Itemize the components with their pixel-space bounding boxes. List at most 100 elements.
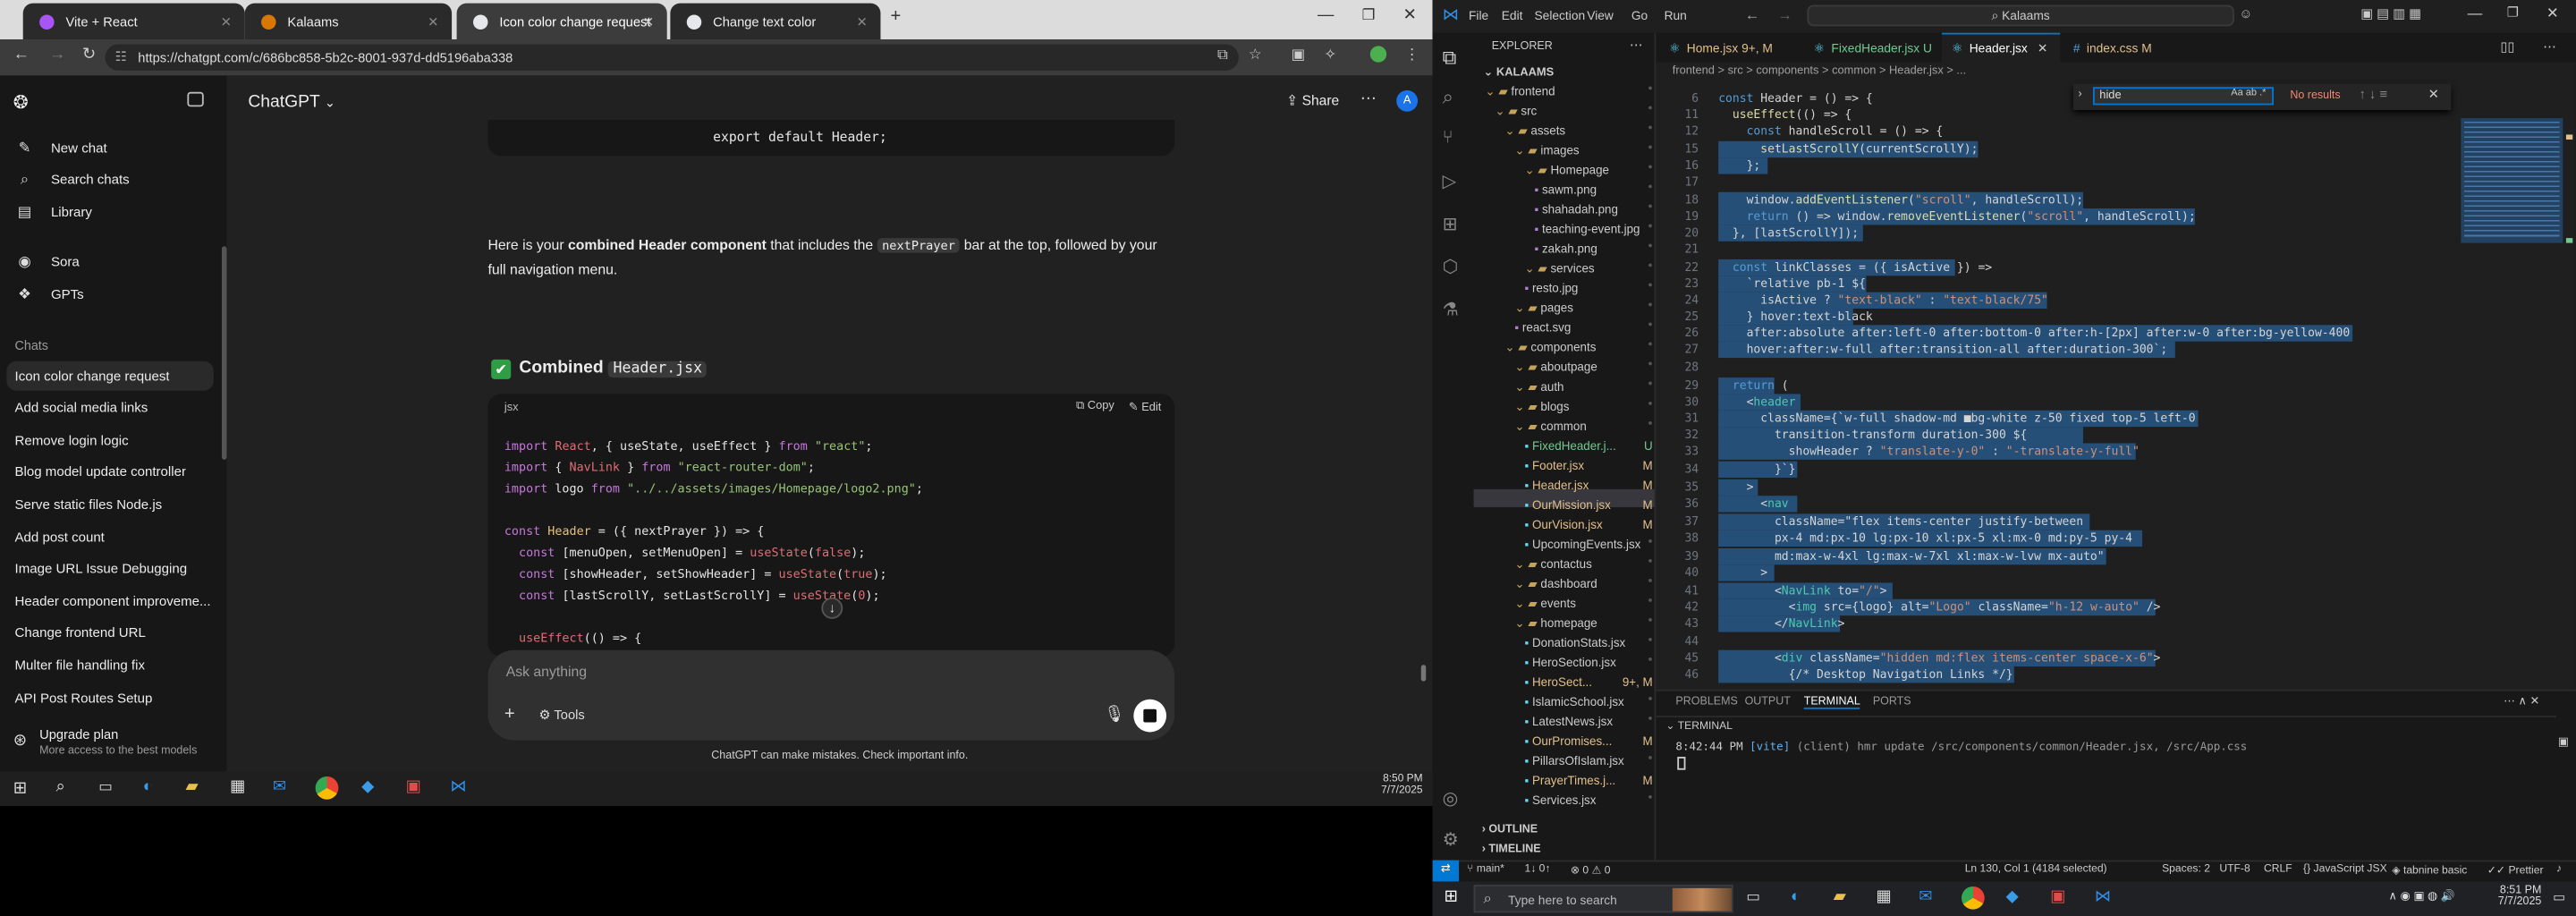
editor-tab-header-active[interactable]: ⚛ Header.jsx ✕ <box>1941 32 2061 63</box>
terminal-cursor[interactable] <box>1677 756 1686 770</box>
chrome-menu-icon[interactable]: ⋮ <box>1404 46 1419 64</box>
status-sync[interactable]: 1↓ 0↑ <box>1524 863 1550 875</box>
account-icon[interactable]: ◎ <box>1443 788 1459 810</box>
explorer-files-icon[interactable]: ⧉ <box>1443 46 1457 71</box>
close-window-icon[interactable]: ✕ <box>1403 6 1417 24</box>
windows-start-icon[interactable]: ⊞ <box>1444 888 1457 906</box>
more-actions-icon[interactable]: ⋯ <box>2543 39 2556 55</box>
menu-selection[interactable]: Selection <box>1534 8 1585 23</box>
panel-tab-terminal[interactable]: TERMINAL <box>1803 696 1860 709</box>
explorer-item[interactable]: ▪ UpcomingEvents.jsx ● <box>1524 537 1652 552</box>
chat-history-item[interactable]: Blog model update controller <box>13 458 214 488</box>
explorer-item[interactable]: ⌄ ▰ auth ● <box>1514 379 1652 394</box>
composer-input[interactable]: Ask anything <box>506 663 587 679</box>
chat-history-item[interactable]: Add post count <box>13 522 214 552</box>
nav-forward-icon[interactable]: → <box>1777 6 1792 22</box>
explorer-item[interactable]: ⌄ ▰ Homepage ● <box>1524 163 1652 178</box>
upgrade-plan-title[interactable]: Upgrade plan <box>39 727 118 742</box>
sora-button[interactable]: ◉ Sora <box>13 246 214 276</box>
edit-code-button[interactable]: ✎ Edit <box>1129 401 1162 414</box>
code-line[interactable]: px-4 md:px-10 lg:px-10 xl:px-5 xl:mx-0 m… <box>1718 530 2132 546</box>
toggle-replace-icon[interactable]: › <box>2078 89 2081 100</box>
explorer-item[interactable]: ⌄ ▰ homepage ● <box>1514 615 1652 631</box>
chat-history-item[interactable]: Remove login logic <box>13 426 214 455</box>
sidebar-toggle-icon[interactable] <box>187 91 204 107</box>
testing-icon[interactable]: ⚗ <box>1443 299 1459 320</box>
explorer-item[interactable]: ▪ zakah.png ● <box>1534 242 1652 257</box>
edge-icon[interactable]: ◐ <box>143 778 153 796</box>
code-line[interactable]: className={`w-full shadow-md ■bg-white z… <box>1718 411 2195 426</box>
copy-code-button[interactable]: ⧉ Copy <box>1076 401 1114 414</box>
layout-icon[interactable]: ▣ ▤ ▥ ▦ <box>2360 6 2421 21</box>
code-line[interactable]: md:max-w-4xl lg:max-w-7xl xl:max-w-lvw m… <box>1718 548 2105 564</box>
address-bar[interactable]: https://chatgpt.com/c/686bc858-5b2c-8001… <box>105 44 1239 71</box>
maximize-icon[interactable]: ❐ <box>2507 5 2519 21</box>
code-line[interactable]: }, [lastScrollY]); <box>1718 225 1859 240</box>
explorer-item[interactable]: ⌄ ▰ images ● <box>1514 143 1652 158</box>
file-explorer-icon[interactable]: ▰ <box>1834 888 1846 906</box>
install-icon[interactable]: ⧉ <box>1217 46 1228 64</box>
chat-history-item[interactable]: Image URL Issue Debugging <box>13 555 214 584</box>
close-tab-icon[interactable]: ✕ <box>221 14 232 30</box>
chat-history-item[interactable]: Serve static files Node.js <box>13 490 214 520</box>
new-tab-icon[interactable]: + <box>890 6 901 26</box>
status-encoding[interactable]: UTF-8 <box>2219 863 2250 875</box>
vscode-taskbar-icon[interactable]: ⋈ <box>2095 888 2111 906</box>
menu-run[interactable]: Run <box>1665 8 1687 23</box>
editor-tab-indexcss[interactable]: # index.css M <box>2063 33 2179 63</box>
stop-button[interactable] <box>1133 699 1167 733</box>
explorer-item[interactable]: ▪ shahadah.png ● <box>1534 202 1652 217</box>
explorer-item[interactable]: ▪ HeroSection.jsx ● <box>1524 655 1652 670</box>
nav-back-icon[interactable]: ← <box>1745 6 1760 22</box>
terminal-instance-icon[interactable]: ▣ <box>2558 735 2569 749</box>
code-line[interactable]: useEffect(() => { <box>1718 106 1852 122</box>
explorer-item[interactable]: ⌄ ▰ pages ● <box>1514 301 1652 316</box>
code-line[interactable]: const linkClasses = ({ isActive }) => <box>1718 259 1992 275</box>
panel-tab-output[interactable]: OUTPUT <box>1745 696 1791 708</box>
explorer-item[interactable]: ▪ PillarsOfIslam.jsx ● <box>1524 753 1652 768</box>
outline-section[interactable]: › OUTLINE <box>1482 824 1538 835</box>
copilot-icon[interactable]: ☺ <box>2239 6 2252 21</box>
explorer-item[interactable]: ▪ Services.jsx ● <box>1524 793 1652 808</box>
task-view-icon[interactable]: ▭ <box>98 778 113 796</box>
code-line[interactable]: return () => window.removeEventListener(… <box>1718 208 2196 224</box>
browser-tab-icon-color[interactable]: Icon color change request ✕ <box>456 3 667 40</box>
settings-gear-icon[interactable]: ⚙ <box>1443 829 1459 851</box>
code-line[interactable]: showHeader ? "translate-y-0" : "-transla… <box>1718 443 2140 458</box>
taskbar-search-box[interactable]: ⌕ Type here to search <box>1473 885 1733 913</box>
code-line[interactable]: <div className="hidden md:flex items-cen… <box>1718 650 2160 666</box>
code-line[interactable]: <NavLink to="/"> <box>1718 582 1887 598</box>
explorer-item[interactable]: ⌄ ▰ aboutpage ● <box>1514 360 1652 375</box>
explorer-item[interactable]: ▪ LatestNews.jsx ● <box>1524 714 1652 729</box>
explorer-item[interactable]: ▪ sawm.png ● <box>1534 182 1652 198</box>
code-line[interactable]: hover:after:w-full after:transition-all … <box>1718 342 2168 357</box>
model-selector[interactable]: ChatGPT ⌄ <box>248 92 335 112</box>
chat-history-item[interactable]: Header component improveme... <box>13 586 214 615</box>
browser-tab-vite[interactable]: Vite + React ✕ <box>22 3 245 40</box>
code-line[interactable]: > <box>1718 479 1754 495</box>
search-chats-button[interactable]: ⌕ Search chats <box>13 165 214 194</box>
chrome-taskbar-icon[interactable] <box>315 776 339 800</box>
editor-tab-fixedheader[interactable]: ⚛ FixedHeader.jsx U <box>1804 33 1942 63</box>
app-icon[interactable]: ▣ <box>406 778 421 796</box>
chat-history-item[interactable]: Multer file handling fix <box>13 650 214 680</box>
code-line[interactable]: const Header = () => { <box>1718 90 1873 106</box>
app-icon[interactable]: ◆ <box>361 778 374 796</box>
minimap[interactable] <box>2464 121 2560 240</box>
explorer-item[interactable]: ⌄ ▰ src ● <box>1495 104 1652 119</box>
app-icon[interactable]: ▣ <box>2050 888 2065 906</box>
library-button[interactable]: ▤ Library <box>13 197 214 226</box>
openai-logo-icon[interactable]: ❂ <box>13 92 29 114</box>
explorer-item[interactable]: ⌄ ▰ dashboard ● <box>1514 576 1652 591</box>
chat-history-item[interactable]: Change frontend URL <box>13 618 214 648</box>
code-line[interactable]: transition-transform duration-300 ${ <box>1718 427 2027 442</box>
microphone-icon[interactable]: 🎙 <box>1104 706 1124 724</box>
explorer-item[interactable]: ⌄ ▰ frontend ● <box>1485 84 1652 99</box>
code-line[interactable]: } hover:text-black <box>1718 309 1873 324</box>
attach-plus-icon[interactable]: + <box>504 704 515 724</box>
user-avatar[interactable]: A <box>1396 89 1419 112</box>
explorer-item[interactable]: ▪ react.svg ● <box>1514 320 1652 335</box>
explorer-item[interactable]: ⌄ ▰ contactus ● <box>1514 556 1652 572</box>
chrome-taskbar-icon[interactable] <box>1962 886 1985 910</box>
browser-tab-change-text[interactable]: Change text color ✕ <box>670 3 881 40</box>
